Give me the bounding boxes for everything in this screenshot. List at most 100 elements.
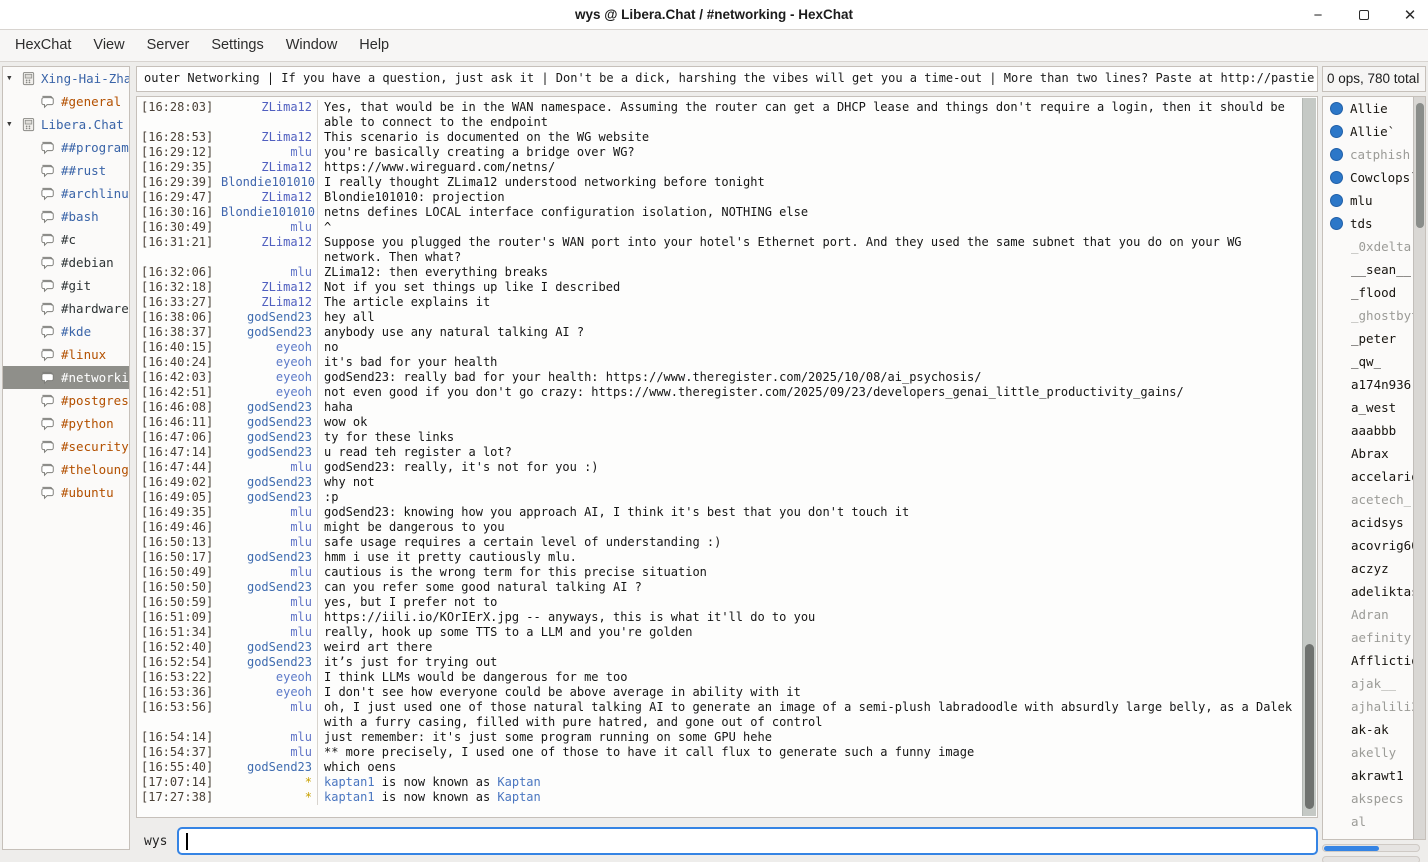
userlist-item[interactable]: Adran [1323,603,1425,626]
userlist-item[interactable]: accelario [1323,465,1425,488]
message-nick[interactable]: godSend23 [221,655,317,670]
minimize-button[interactable]: − [1308,5,1328,25]
message-nick[interactable]: mlu [221,625,317,640]
tree-channel-postgresql[interactable]: #postgresql [3,389,129,412]
userlist-item[interactable]: a174n936 [1323,373,1425,396]
userlist-hscrollbar-thumb[interactable] [1324,846,1379,852]
userlist-item[interactable]: catphish [1323,143,1425,166]
message-nick[interactable]: godSend23 [221,760,317,775]
topic-bar[interactable]: outer Networking | If you have a questio… [136,66,1318,92]
message-nick[interactable]: godSend23 [221,400,317,415]
message-nick[interactable]: godSend23 [221,640,317,655]
message-nick[interactable]: * [221,790,317,805]
tree-hscrollbar[interactable] [1322,856,1420,862]
message-nick[interactable]: godSend23 [221,445,317,460]
tree-channel-thelounge[interactable]: #thelounge [3,458,129,481]
userlist-item[interactable]: ajak__ [1323,672,1425,695]
userlist-item[interactable]: mlu [1323,189,1425,212]
tree-channel-python[interactable]: #python [3,412,129,435]
menu-item-settings[interactable]: Settings [200,30,274,61]
message-nick[interactable]: godSend23 [221,415,317,430]
userlist-item[interactable]: acovrig60 [1323,534,1425,557]
userlist-item[interactable]: ak-ak [1323,718,1425,741]
renamed-nick[interactable]: Kaptan [497,775,540,789]
userlist-item[interactable]: _qw_ [1323,350,1425,373]
userlist-item[interactable]: _ghostbyte [1323,304,1425,327]
userlist-item[interactable]: Allie [1323,97,1425,120]
menu-item-help[interactable]: Help [348,30,400,61]
message-nick[interactable]: mlu [221,730,317,745]
menu-item-view[interactable]: View [82,30,135,61]
userlist-item[interactable]: akelly [1323,741,1425,764]
userlist-item[interactable]: _peter [1323,327,1425,350]
message-nick[interactable]: mlu [221,745,317,760]
message-nick[interactable]: eyeoh [221,685,317,700]
tree-channel-archlinux[interactable]: #archlinux [3,182,129,205]
menu-item-hexchat[interactable]: HexChat [4,30,82,61]
userlist-item[interactable]: acidsys [1323,511,1425,534]
message-nick[interactable]: godSend23 [221,490,317,505]
tree-server-liberachat[interactable]: ▾Libera.Chat [3,113,129,136]
message-nick[interactable]: eyeoh [221,340,317,355]
userlist-item[interactable]: al [1323,810,1425,833]
userlist-item[interactable]: akspecs [1323,787,1425,810]
tree-channel-security[interactable]: #security [3,435,129,458]
message-nick[interactable]: ZLima12 [221,295,317,310]
close-button[interactable]: ✕ [1400,5,1420,25]
message-nick[interactable]: ZLima12 [221,130,317,145]
userlist-item[interactable]: Cowclops` [1323,166,1425,189]
message-input[interactable] [177,827,1318,855]
tree-channel-networking[interactable]: #networking [3,366,129,389]
userlist-item[interactable]: acetech_ [1323,488,1425,511]
message-nick[interactable]: godSend23 [221,580,317,595]
message-nick[interactable]: mlu [221,565,317,580]
menu-item-window[interactable]: Window [275,30,349,61]
renamed-nick[interactable]: Kaptan [497,790,540,804]
userlist-scrollbar-thumb[interactable] [1416,103,1424,228]
message-nick[interactable]: * [221,775,317,790]
tree-channel-debian[interactable]: #debian [3,251,129,274]
userlist-item[interactable]: _flood [1323,281,1425,304]
message-nick[interactable]: mlu [221,220,317,235]
tree-channel-linux[interactable]: #linux [3,343,129,366]
userlist-item[interactable]: aczyz [1323,557,1425,580]
userlist-item[interactable]: ajhalili2 [1323,695,1425,718]
message-nick[interactable]: eyeoh [221,355,317,370]
userlist-item[interactable]: Allie` [1323,120,1425,143]
userlist-item[interactable]: aefinity [1323,626,1425,649]
tree-channel-git[interactable]: #git [3,274,129,297]
message-nick[interactable]: mlu [221,265,317,280]
message-nick[interactable]: Blondie101010 [221,175,317,190]
tree-channel-general[interactable]: #general [3,90,129,113]
tree-channel-c[interactable]: #c [3,228,129,251]
message-nick[interactable]: godSend23 [221,310,317,325]
message-nick[interactable]: godSend23 [221,475,317,490]
message-nick[interactable]: eyeoh [221,370,317,385]
tree-channel-programming[interactable]: ##programming [3,136,129,159]
message-nick[interactable]: mlu [221,505,317,520]
chat-scrollbar-thumb[interactable] [1305,644,1314,809]
message-nick[interactable]: mlu [221,460,317,475]
message-nick[interactable]: godSend23 [221,325,317,340]
renamed-nick[interactable]: kaptan1 [324,790,375,804]
chat-scrollbar[interactable] [1302,98,1316,816]
userlist-item[interactable]: Affliction [1323,649,1425,672]
tree-channel-kde[interactable]: #kde [3,320,129,343]
maximize-button[interactable] [1354,5,1374,25]
message-nick[interactable]: mlu [221,535,317,550]
message-nick[interactable]: ZLima12 [221,160,317,175]
tree-expander-icon[interactable]: ▾ [6,117,13,130]
message-nick[interactable]: ZLima12 [221,235,317,265]
userlist-item[interactable]: Abrax [1323,442,1425,465]
userlist-item[interactable]: adeliktas [1323,580,1425,603]
renamed-nick[interactable]: kaptan1 [324,775,375,789]
message-nick[interactable]: eyeoh [221,385,317,400]
userlist-hscrollbar[interactable] [1322,844,1420,852]
message-nick[interactable]: mlu [221,610,317,625]
message-nick[interactable]: mlu [221,145,317,160]
message-nick[interactable]: mlu [221,595,317,610]
userlist-item[interactable]: aaabbb [1323,419,1425,442]
message-nick[interactable]: mlu [221,520,317,535]
message-nick[interactable]: eyeoh [221,670,317,685]
tree-channel-rust[interactable]: ##rust [3,159,129,182]
